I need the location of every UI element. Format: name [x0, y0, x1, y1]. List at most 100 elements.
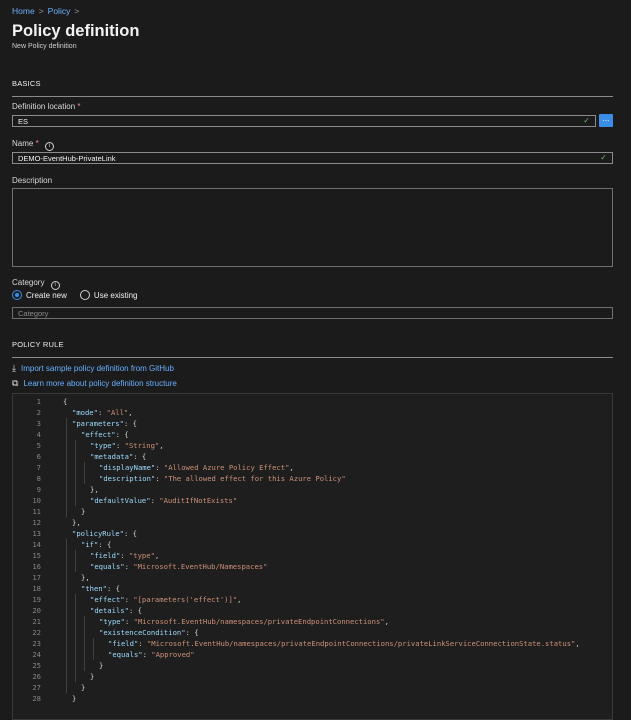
code-punctuation: : {	[115, 430, 129, 439]
line-number: 24	[32, 650, 41, 659]
line-number: 21	[32, 617, 41, 626]
code-key: "displayName"	[99, 463, 156, 472]
code-punctuation: ,	[384, 617, 389, 626]
code-string: "Approved"	[151, 650, 195, 659]
create-new-radio[interactable]	[12, 290, 22, 300]
code-punctuation: : {	[185, 628, 199, 637]
code-punctuation: :	[124, 562, 134, 571]
code-key: "equals"	[108, 650, 143, 659]
line-number: 6	[36, 452, 41, 461]
line-number: 1	[36, 397, 41, 406]
code-string: "String"	[124, 441, 160, 450]
code-string: "The allowed effect for this Azure Polic…	[163, 474, 346, 483]
code-string: "Microsoft.EventHub/namespaces/privateEn…	[146, 639, 576, 648]
line-number: 10	[32, 496, 41, 505]
line-number: 18	[32, 584, 41, 593]
category-input[interactable]: Category	[12, 307, 613, 319]
code-line: 10 "defaultValue": "AuditIfNotExists"	[13, 495, 237, 506]
code-punctuation: :	[138, 639, 147, 648]
page-subtitle: New Policy definition	[12, 43, 77, 50]
description-textarea[interactable]	[12, 188, 613, 267]
code-key: "parameters"	[72, 419, 124, 428]
code-line: 6 "metadata": {	[13, 451, 147, 462]
category-radio-group: Create new Use existing	[12, 290, 138, 300]
line-number: 23	[32, 639, 41, 648]
code-line: 17},	[13, 572, 90, 583]
line-number: 15	[32, 551, 41, 560]
code-punctuation: }	[90, 672, 95, 681]
code-punctuation: ,	[289, 463, 294, 472]
category-placeholder: Category	[18, 309, 49, 318]
code-key: "details"	[90, 606, 129, 615]
code-punctuation: }	[81, 507, 86, 516]
definition-location-field[interactable]: ES ✓	[12, 115, 596, 127]
code-string: "Allowed Azure Policy Effect"	[163, 463, 290, 472]
browse-location-button[interactable]: ...	[599, 114, 613, 127]
code-line: 19 "effect": "[parameters('effect')]",	[13, 594, 241, 605]
code-line: 27}	[13, 682, 85, 693]
code-key: "effect"	[90, 595, 125, 604]
code-line: 4 "effect": {	[13, 429, 129, 440]
code-punctuation: },	[81, 573, 90, 582]
code-line: 7 "displayName": "Allowed Azure Policy Ef…	[13, 462, 294, 473]
code-key: "existenceCondition"	[99, 628, 186, 637]
required-marker: *	[77, 102, 81, 111]
line-number: 19	[32, 595, 41, 604]
line-number: 25	[32, 661, 41, 670]
code-line: 20 "details": {	[13, 605, 142, 616]
code-punctuation: ,	[237, 595, 242, 604]
use-existing-radio[interactable]	[79, 290, 90, 300]
code-key: "mode"	[72, 408, 98, 417]
code-punctuation: :	[115, 441, 125, 450]
info-icon[interactable]: i	[44, 142, 54, 151]
code-line: 5 "type": "String",	[13, 440, 164, 451]
code-string: "AuditIfNotExists"	[159, 496, 238, 505]
line-number: 7	[36, 463, 41, 472]
name-label: Name * i	[12, 139, 54, 151]
code-punctuation: : {	[133, 452, 147, 461]
code-key: "field"	[108, 639, 139, 648]
breadcrumb: Home > Policy >	[12, 6, 79, 16]
code-punctuation: :	[150, 496, 160, 505]
code-punctuation: :	[155, 463, 164, 472]
import-sample-link[interactable]: ⤓ Import sample policy definition from G…	[12, 363, 174, 374]
line-number: 12	[32, 518, 41, 527]
code-key: "type"	[90, 441, 116, 450]
code-line: 3 "parameters": {	[13, 418, 137, 429]
page-title: Policy definition	[12, 22, 140, 40]
use-existing-label[interactable]: Use existing	[94, 291, 138, 300]
code-line: 16 "equals": "Microsoft.EventHub/Namespac…	[13, 561, 267, 572]
code-key: "equals"	[90, 562, 125, 571]
code-line: 25}	[13, 660, 103, 671]
info-icon[interactable]: i	[50, 281, 60, 290]
download-icon: ⤓	[12, 363, 16, 373]
code-punctuation: ,	[159, 441, 164, 450]
name-field[interactable]: DEMO-EventHub-PrivateLink ✓	[12, 152, 613, 164]
create-new-label[interactable]: Create new	[26, 291, 67, 300]
breadcrumb-home[interactable]: Home	[12, 6, 35, 16]
code-key: "policyRule"	[72, 529, 124, 538]
line-number: 9	[36, 485, 41, 494]
learn-more-link[interactable]: ⧉ Learn more about policy definition str…	[12, 378, 177, 389]
breadcrumb-policy[interactable]: Policy	[48, 6, 71, 16]
code-punctuation: ,	[128, 408, 133, 417]
policy-rule-divider	[12, 357, 613, 358]
code-line: 14 "if": {	[13, 539, 111, 550]
code-line: 28}	[13, 693, 76, 704]
code-string: "Microsoft.EventHub/namespaces/privateEn…	[133, 617, 385, 626]
code-punctuation: : {	[123, 419, 137, 428]
line-number: 4	[36, 430, 41, 439]
code-punctuation: : {	[98, 540, 112, 549]
breadcrumb-separator: >	[74, 6, 80, 16]
code-punctuation: }	[81, 683, 86, 692]
line-number: 5	[36, 441, 41, 450]
line-number: 14	[32, 540, 41, 549]
line-number: 28	[32, 694, 41, 703]
definition-location-label: Definition location *	[12, 102, 81, 111]
policy-rule-code-editor[interactable]: 1{2 "mode": "All", 3 "parameters": {4 "effec…	[12, 393, 613, 720]
policy-rule-section-title: POLICY RULE	[12, 340, 64, 349]
code-line: 23 "field": "Microsoft.EventHub/namespace…	[13, 638, 580, 649]
code-punctuation: : {	[106, 584, 120, 593]
code-punctuation: ,	[575, 639, 580, 648]
code-punctuation: ,	[154, 551, 160, 560]
